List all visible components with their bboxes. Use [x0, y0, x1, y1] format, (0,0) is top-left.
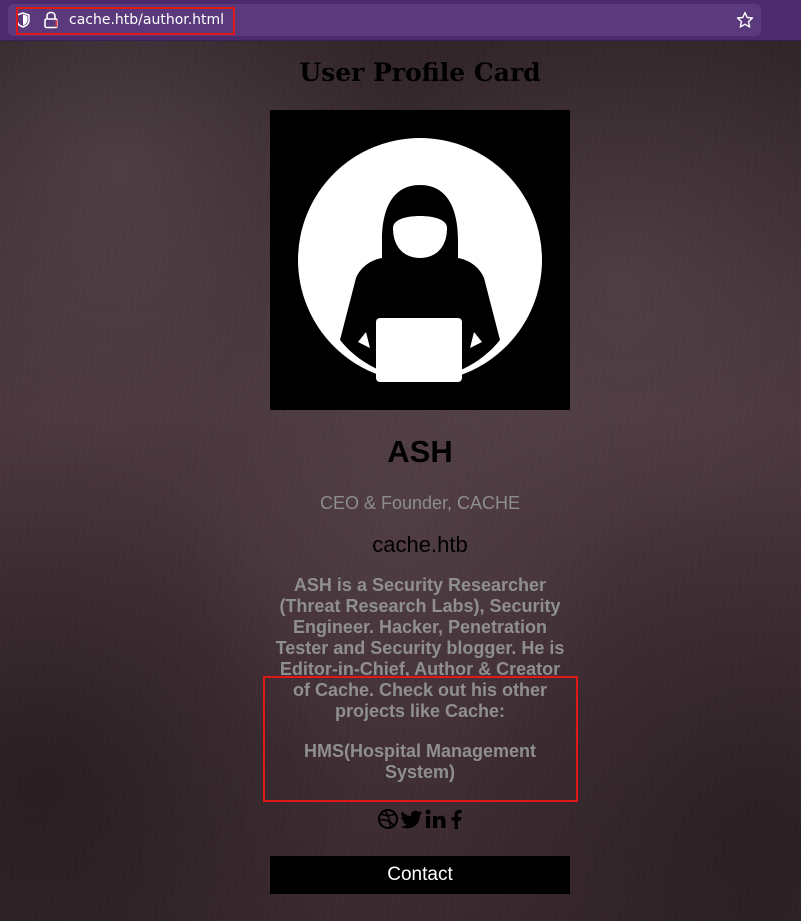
profile-role: CEO & Founder, CACHE	[319, 493, 521, 513]
dribbble-icon[interactable]	[377, 808, 399, 830]
hacker-avatar-icon	[270, 110, 570, 410]
browser-toolbar: cache.htb/author.html	[0, 0, 801, 41]
url-highlight-box	[16, 7, 235, 35]
social-links	[377, 808, 467, 830]
bio-highlight-box	[263, 676, 578, 802]
facebook-icon[interactable]	[449, 808, 463, 830]
profile-website: cache.htb	[372, 532, 468, 557]
profile-name: ASH	[387, 434, 453, 469]
contact-button[interactable]: Contact	[270, 856, 570, 894]
avatar	[270, 110, 570, 410]
page-title: User Profile Card	[299, 58, 541, 87]
twitter-icon[interactable]	[401, 808, 423, 830]
bookmark-star-icon[interactable]	[736, 11, 754, 29]
linkedin-icon[interactable]	[425, 808, 447, 830]
